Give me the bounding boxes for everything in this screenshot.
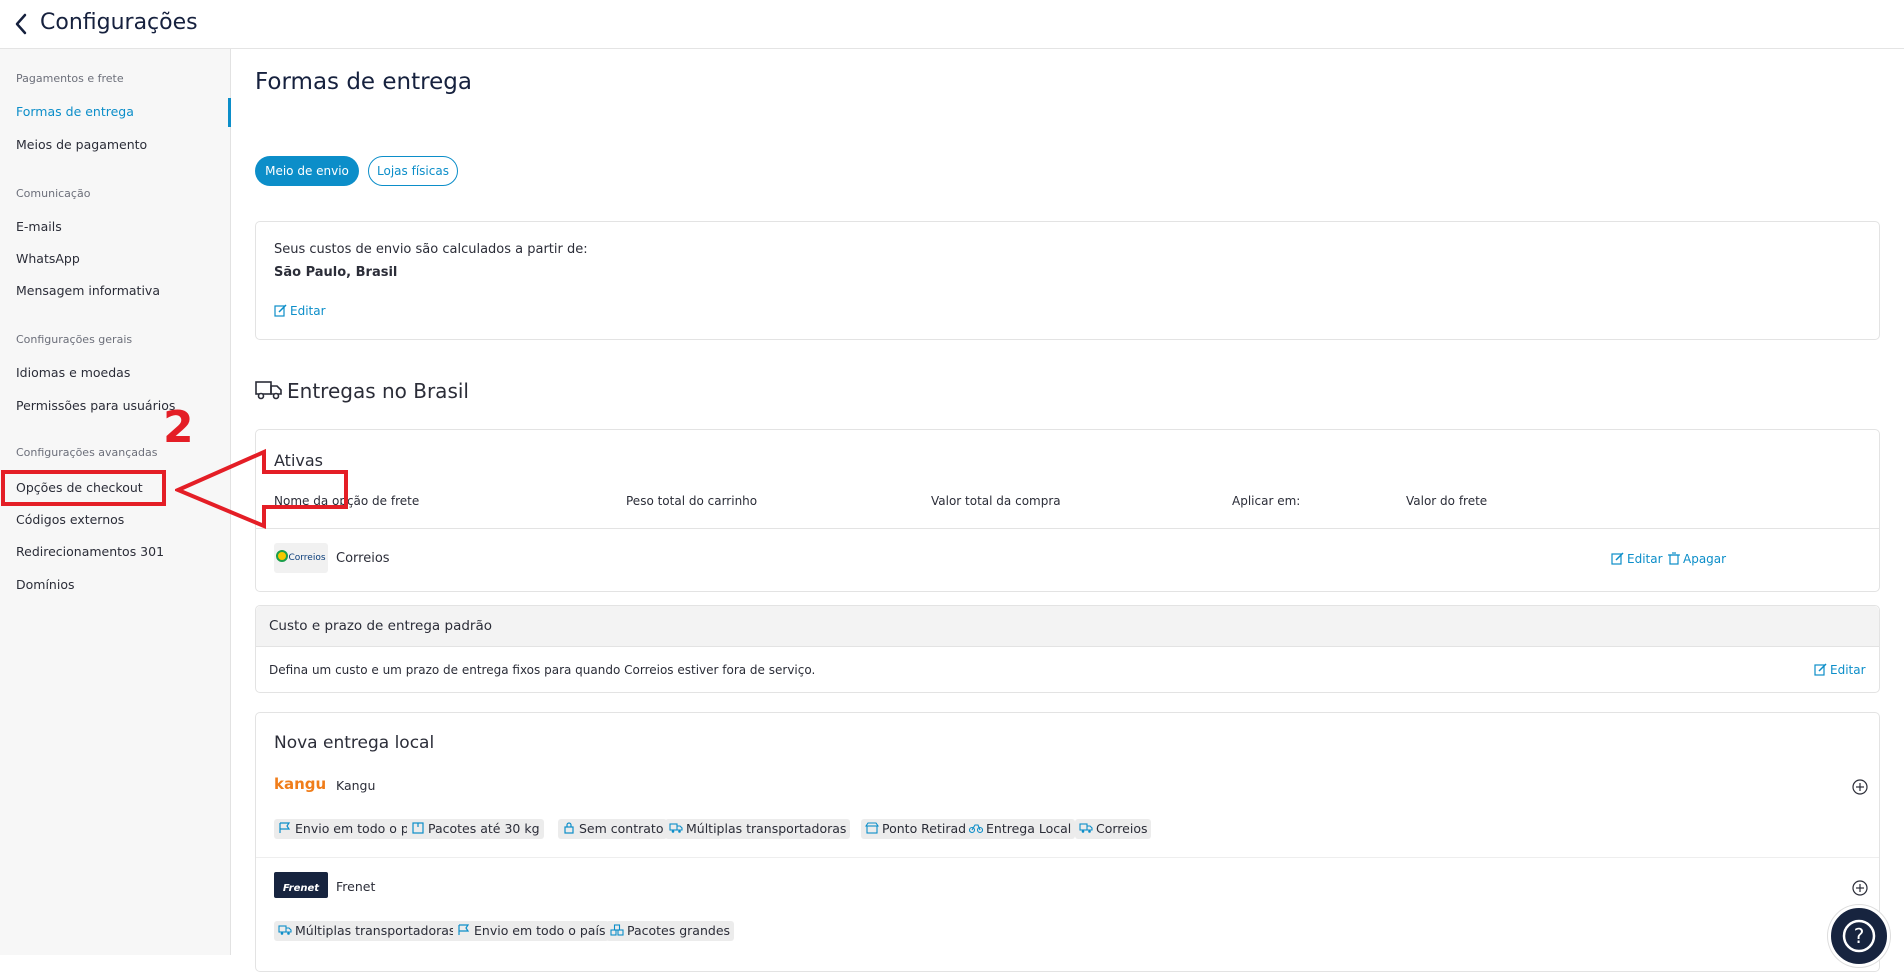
frenet-tag-1: Múltiplas transportadoras [274,921,460,941]
shipping-origin-card: Seus custos de envio são calculados a pa… [255,221,1880,340]
default-cost-edit-link[interactable]: Editar [1814,663,1866,677]
default-cost-text: Defina um custo e um prazo de entrega fi… [269,663,816,677]
sidebar-item-emails[interactable]: E-mails [16,219,62,234]
origin-edit-link[interactable]: Editar [274,304,326,318]
kangu-tag-2-label: Pacotes até 30 kg [428,821,540,836]
active-shipping-card: Ativas Nome da opção de frete Peso total… [255,429,1880,592]
origin-edit-label: Editar [290,304,326,318]
sidebar-item-mensagem-informativa[interactable]: Mensagem informativa [16,283,160,298]
kangu-tag-5: Ponto Retirada [861,819,978,839]
kangu-tag-2: Pacotes até 30 kg [407,819,544,839]
sidebar-item-codigos-externos[interactable]: Códigos externos [16,512,124,527]
kangu-logo: kangu [274,775,327,793]
correios-logo-mark [276,550,289,562]
correios-delete-label: Apagar [1683,552,1727,566]
flag-icon [458,924,470,935]
help-question-icon: ? [1842,919,1876,953]
truck-icon [669,823,683,833]
top-bar: Configurações [0,0,1904,49]
frenet-tag-1-label: Múltiplas transportadoras [295,923,456,938]
frenet-name: Frenet [336,879,376,894]
kangu-tag-5-label: Ponto Retirada [882,821,974,836]
annotation-arrow-icon [175,448,348,530]
kangu-tag-3: Sem contrato [558,819,668,839]
annotation-highlight-box [1,470,166,506]
tab-meio-de-envio[interactable]: Meio de envio [255,156,359,186]
local-title: Nova entrega local [274,733,435,753]
divider [256,857,1879,858]
kangu-tag-4-label: Múltiplas transportadoras [686,821,847,836]
sidebar-section-payments: Pagamentos e frete [16,72,124,85]
page-header-title: Configurações [40,10,198,35]
sidebar-item-redirecionamentos[interactable]: Redirecionamentos 301 [16,544,164,559]
col-header-weight: Peso total do carrinho [626,494,758,508]
flag-icon [279,822,291,833]
correios-delete-link[interactable]: Apagar [1668,552,1726,566]
bike-icon [969,824,983,834]
tab-lojas-fisicas[interactable]: Lojas físicas [368,156,458,186]
sidebar-item-meios-de-pagamento[interactable]: Meios de pagamento [16,137,147,152]
page-title: Formas de entrega [255,69,472,95]
help-label: ? [1854,924,1865,948]
col-header-value: Valor total da compra [931,494,1061,508]
default-cost-title: Custo e prazo de entrega padrão [269,618,492,634]
back-arrow-icon[interactable] [14,13,28,35]
sidebar-item-formas-de-entrega[interactable]: Formas de entrega [16,104,134,119]
correios-logo: Correios [274,543,328,573]
main-content: Formas de entrega Meio de envio Lojas fí… [231,49,1904,972]
kangu-add-icon[interactable] [1852,779,1868,795]
default-cost-edit-label: Editar [1830,663,1866,677]
kangu-tag-7-label: Correios [1096,821,1148,836]
kangu-tag-6: Entrega Local [965,819,1076,839]
new-local-delivery-card: Nova entrega local kangu Kangu Envio em … [255,712,1880,972]
frenet-logo: Frenet [274,872,328,898]
truck-icon [1079,823,1093,833]
kangu-tag-3-label: Sem contrato [579,821,664,836]
frenet-tag-2-label: Envio em todo o país [474,923,606,938]
brazil-deliveries-title: Entregas no Brasil [287,379,469,403]
sidebar-section-communication: Comunicação [16,187,91,200]
sidebar-item-dominios[interactable]: Domínios [16,577,74,592]
origin-description: Seus custos de envio são calculados a pa… [274,242,588,257]
kangu-tag-7: Correios [1075,819,1152,839]
sidebar-item-whatsapp[interactable]: WhatsApp [16,251,80,266]
col-header-apply: Aplicar em: [1232,494,1301,508]
package-icon [412,822,424,834]
correios-name: Correios [336,551,390,566]
edit-icon [274,304,287,317]
sidebar-item-idiomas-e-moedas[interactable]: Idiomas e moedas [16,365,130,380]
sidebar-item-permissoes[interactable]: Permissões para usuários [16,398,175,413]
default-cost-card: Custo e prazo de entrega padrão Defina u… [255,605,1880,693]
frenet-tag-3: Pacotes grandes [606,921,735,941]
sidebar-section-general: Configurações gerais [16,333,133,346]
truck-icon [278,925,292,935]
frenet-logo-text: Frenet [282,883,320,894]
correios-logo-text: Correios [288,553,326,563]
boxes-icon [610,924,624,936]
lock-icon [564,822,574,834]
col-header-price: Valor do frete [1406,494,1488,508]
correios-edit-label: Editar [1627,552,1663,566]
kangu-tag-6-label: Entrega Local [986,821,1072,836]
edit-icon [1814,663,1827,676]
edit-icon [1611,552,1624,565]
annotation-step-number: 2 [163,402,194,453]
kangu-name: Kangu [336,778,376,793]
trash-icon [1668,552,1680,565]
store-icon [865,822,879,834]
help-button[interactable]: ? [1828,905,1890,967]
correios-edit-link[interactable]: Editar [1611,552,1663,566]
kangu-tag-4: Múltiplas transportadoras [665,819,851,839]
sidebar-section-advanced: Configurações avançadas [16,446,158,459]
frenet-tag-3-label: Pacotes grandes [627,923,731,938]
truck-icon [255,379,285,403]
frenet-tag-2: Envio em todo o país [453,921,610,941]
origin-location: São Paulo, Brasil [274,265,398,280]
default-cost-header: Custo e prazo de entrega padrão [256,606,1879,647]
frenet-add-icon[interactable] [1852,880,1868,896]
divider [256,528,1879,529]
